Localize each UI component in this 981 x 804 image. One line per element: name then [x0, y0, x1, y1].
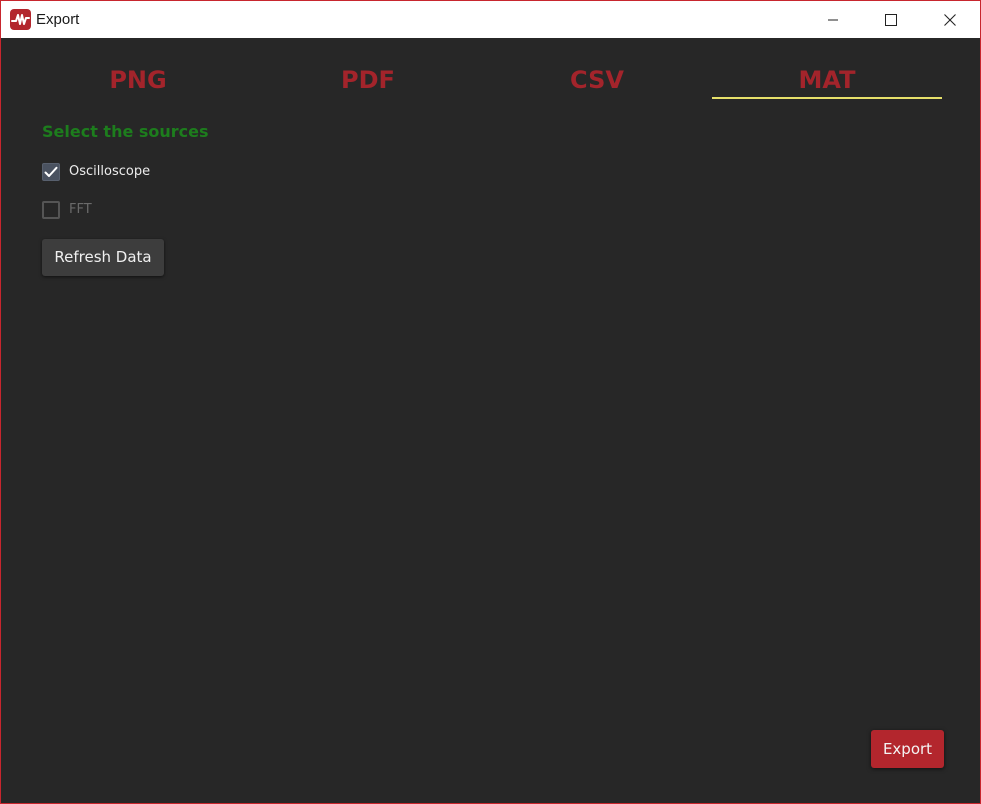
- selected-tab-indicator: [712, 97, 942, 99]
- tab-csv[interactable]: CSV: [482, 63, 712, 99]
- close-icon: [944, 13, 956, 26]
- minimize-icon: [828, 19, 838, 20]
- sources-heading: Select the sources: [42, 122, 209, 141]
- oscilloscope-checkbox-row[interactable]: Oscilloscope: [42, 162, 150, 182]
- fft-checkbox-row: FFT: [42, 200, 92, 220]
- export-button[interactable]: Export: [871, 730, 944, 768]
- oscilloscope-label: Oscilloscope: [69, 164, 151, 179]
- minimize-button[interactable]: [804, 1, 862, 38]
- fft-checkbox: [42, 201, 60, 219]
- maximize-icon: [885, 13, 897, 26]
- fft-label: FFT: [69, 202, 92, 217]
- title-bar[interactable]: Export: [1, 1, 980, 38]
- close-button[interactable]: [921, 1, 979, 38]
- oscilloscope-checkbox[interactable]: [42, 163, 60, 181]
- tab-png[interactable]: PNG: [23, 63, 253, 99]
- tab-mat[interactable]: MAT: [712, 63, 942, 99]
- export-window: Export PNG PDF CSV MAT Select the source…: [0, 0, 981, 804]
- tab-pdf[interactable]: PDF: [253, 63, 483, 99]
- oscilloscope-app-icon: [10, 9, 31, 30]
- maximize-button[interactable]: [862, 1, 920, 38]
- refresh-data-button[interactable]: Refresh Data: [42, 239, 164, 276]
- window-title: Export: [36, 11, 80, 28]
- checkmark-icon: [44, 166, 58, 177]
